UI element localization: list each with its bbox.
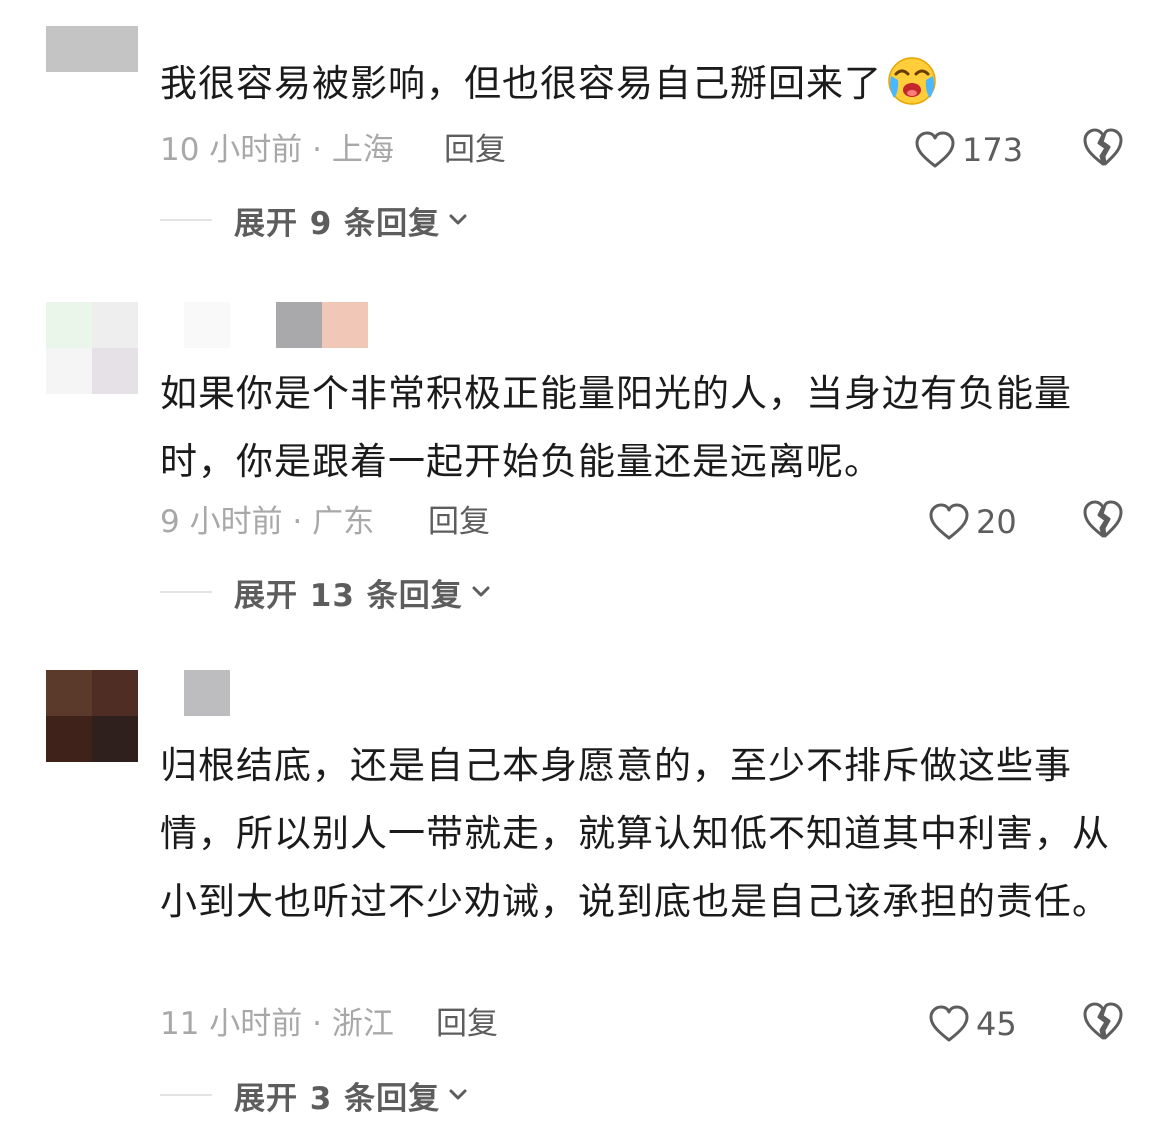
heart-outline-icon — [929, 1005, 969, 1042]
comment-meta: 10 小时前 · 上海 回复 173 — [160, 128, 1140, 170]
reply-button[interactable]: 回复 — [428, 502, 490, 542]
comment-text: 归根结底，还是自己本身愿意的，至少不排斥做这些事情，所以别人一带就走，就算认知低… — [160, 744, 1110, 923]
expand-label: 展开 13 条回复 — [234, 577, 463, 614]
time-location: 11 小时前 · 浙江 — [160, 1006, 394, 1042]
heart-outline-icon — [915, 131, 955, 168]
like-count: 173 — [962, 131, 1024, 169]
like-button[interactable]: 20 — [928, 498, 1017, 546]
expand-replies-button[interactable]: 展开 3 条回复 — [160, 1075, 470, 1117]
chevron-down-icon — [472, 586, 490, 597]
expand-label: 展开 9 条回复 — [234, 205, 441, 242]
broken-heart-icon[interactable] — [1082, 498, 1124, 542]
chevron-down-icon — [449, 1089, 467, 1100]
comment-meta: 9 小时前 · 广东 回复 20 — [160, 500, 1140, 542]
divider-line — [160, 219, 212, 221]
broken-heart-icon[interactable] — [1082, 1000, 1124, 1044]
reply-button[interactable]: 回复 — [444, 130, 506, 170]
like-button[interactable]: 45 — [928, 1000, 1017, 1048]
like-count: 45 — [976, 1005, 1017, 1043]
time-location: 10 小时前 · 上海 — [160, 132, 394, 168]
broken-heart-icon[interactable] — [1082, 126, 1124, 170]
username[interactable] — [184, 302, 368, 348]
expand-replies-button[interactable]: 展开 13 条回复 — [160, 572, 493, 614]
reply-button[interactable]: 回复 — [436, 1004, 498, 1044]
comment-text: 我很容易被影响，但也很容易自己掰回来了 — [160, 50, 1110, 118]
comment-text: 如果你是个非常积极正能量阳光的人，当身边有负能量时，你是跟着一起开始负能量还是远… — [160, 372, 1072, 483]
avatar[interactable] — [46, 670, 138, 762]
heart-outline-icon — [929, 503, 969, 540]
avatar[interactable] — [46, 26, 138, 72]
time-location: 9 小时前 · 广东 — [160, 504, 375, 540]
comment-meta: 11 小时前 · 浙江 回复 45 — [160, 1002, 1140, 1044]
like-button[interactable]: 173 — [914, 126, 1023, 174]
avatar[interactable] — [46, 302, 138, 394]
username[interactable] — [184, 670, 230, 716]
chevron-down-icon — [449, 214, 467, 225]
expand-label: 展开 3 条回复 — [234, 1080, 441, 1117]
crying-laughing-emoji — [888, 57, 936, 105]
expand-replies-button[interactable]: 展开 9 条回复 — [160, 200, 470, 242]
like-count: 20 — [976, 503, 1017, 541]
divider-line — [160, 1094, 212, 1096]
divider-line — [160, 591, 212, 593]
